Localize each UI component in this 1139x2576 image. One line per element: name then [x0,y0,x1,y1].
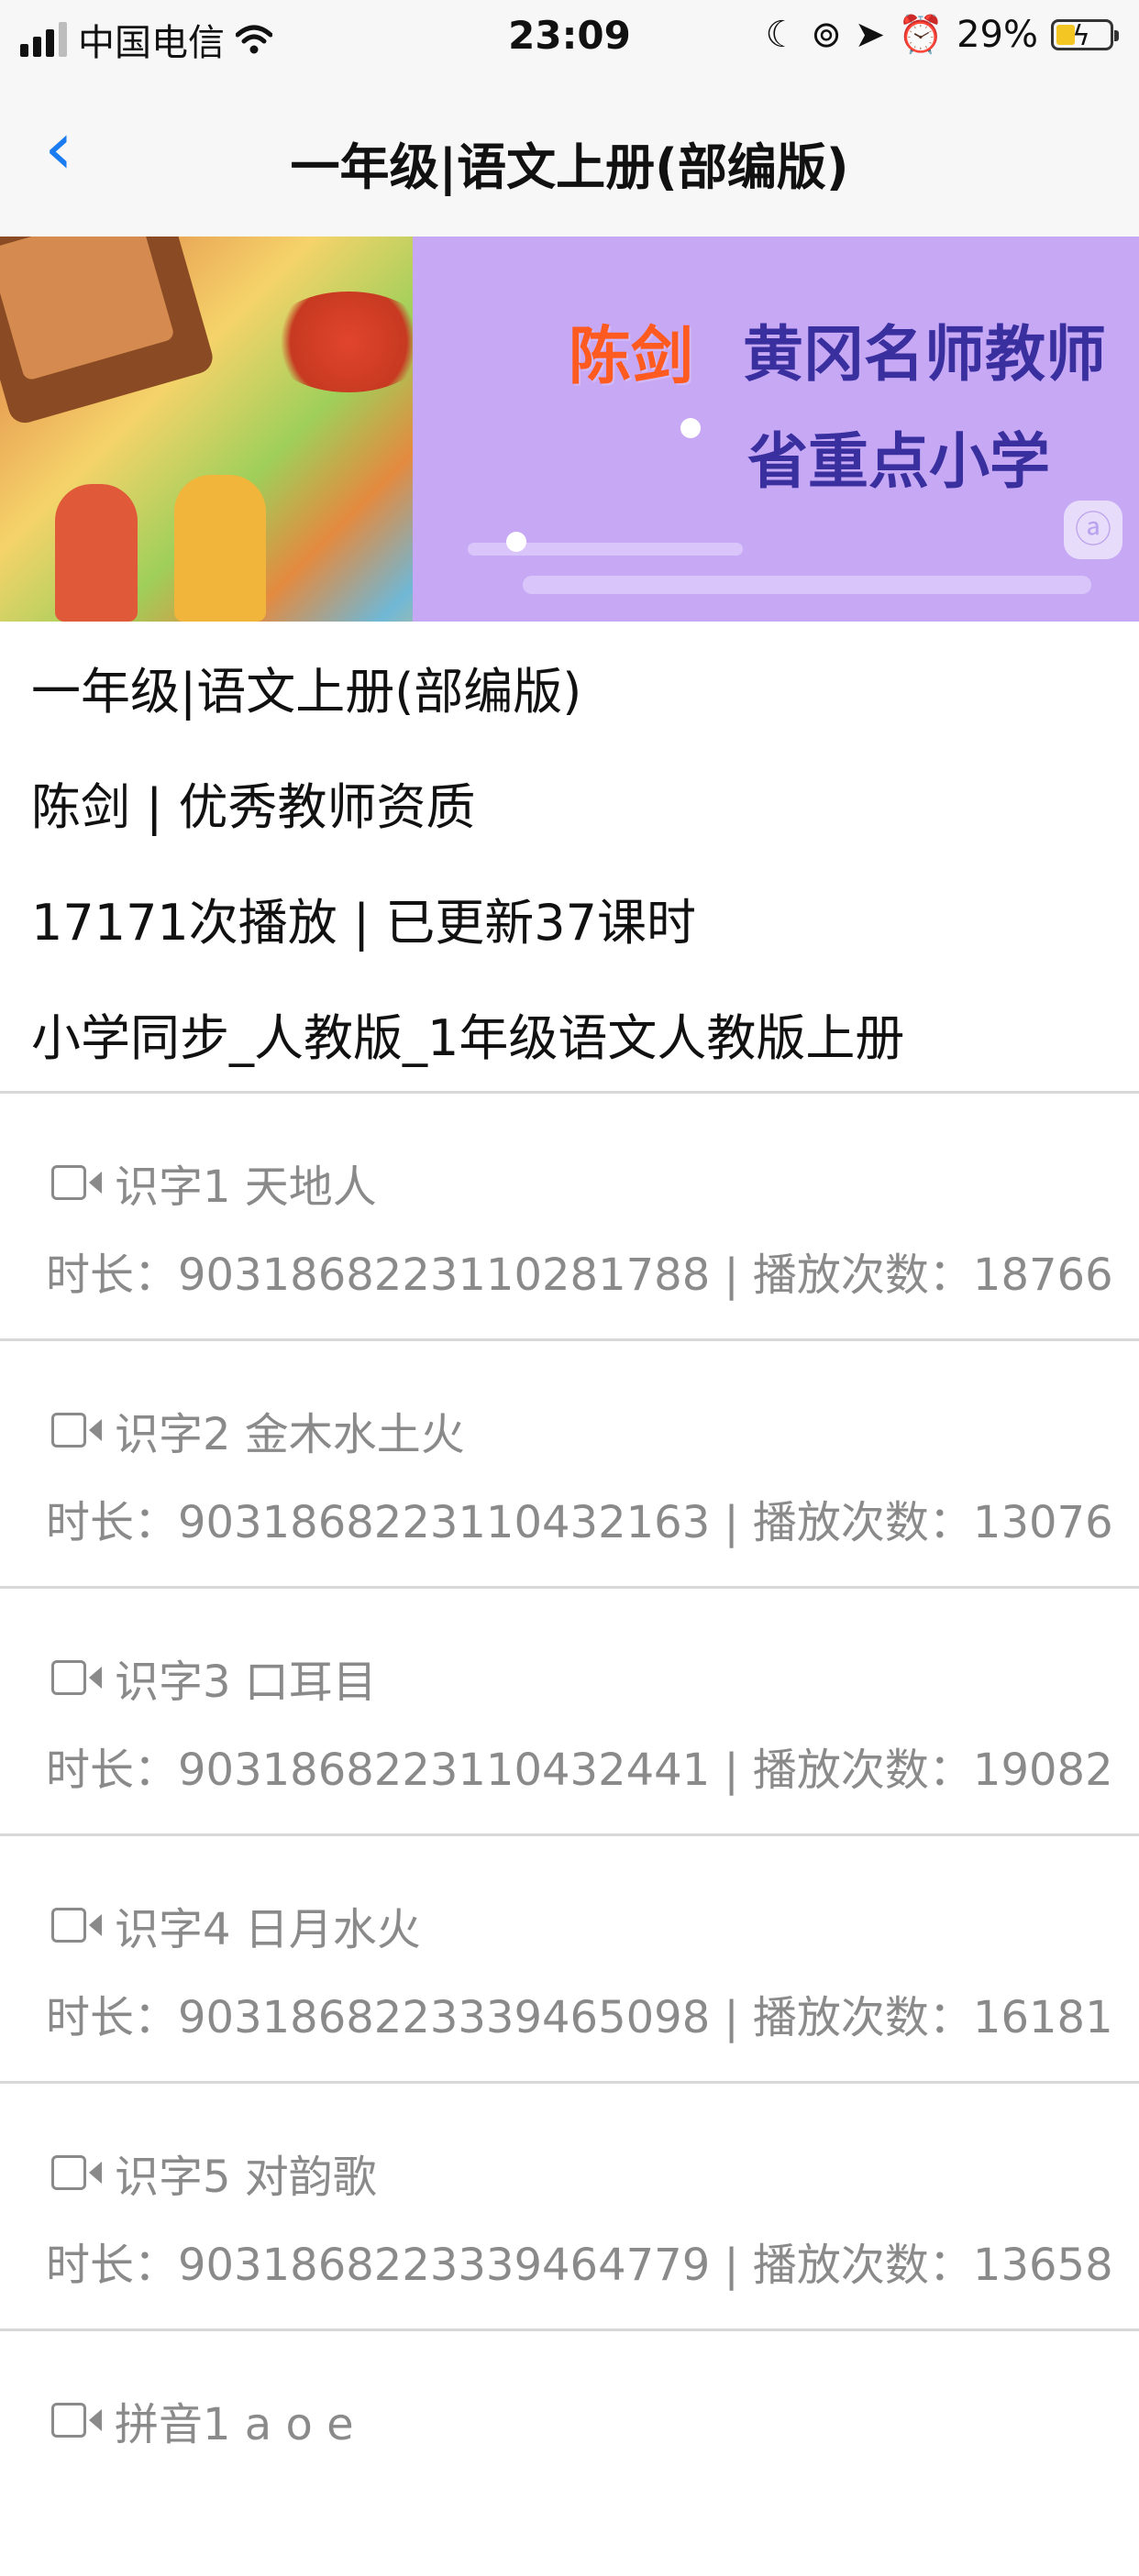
teacher-line: 陈剑 | 优秀教师资质 [31,778,476,836]
status-right: ☾ ⊚ ➤ ⏰ 29% ϟ [765,13,1119,56]
decor-dot [680,418,701,438]
video-camera-icon [51,2403,102,2438]
lesson-item[interactable]: 识字5 对韵歌 时长：9031868223339464779 | 播放次数：13… [0,2084,1139,2331]
status-bar: 中国电信 23:09 ☾ ⊚ ➤ ⏰ 29% ϟ [0,0,1139,73]
decor-dot [506,532,526,552]
page-title: 一年级|语文上册(部编版) [290,138,849,196]
category-line: 小学同步_人教版_1年级语文人教版上册 [31,1009,905,1067]
lesson-item[interactable]: 拼音1 a o e [0,2331,1139,2576]
video-camera-icon [51,1413,102,1448]
lesson-item[interactable]: 识字1 天地人 时长：9031868223110281788 | 播放次数：18… [0,1094,1139,1341]
child-illustration [174,475,266,622]
lesson-title: 拼音1 a o e [115,2399,354,2450]
moon-icon: ☾ [765,13,799,56]
lesson-title: 识字2 金木水土火 [115,1409,465,1460]
video-camera-icon [51,1660,102,1695]
app-logo-icon: ⓐ [1064,501,1122,559]
course-info: 一年级|语文上册(部编版) 陈剑 | 优秀教师资质 17171次播放 | 已更新… [31,623,1113,1096]
lesson-title: 识字3 口耳目 [115,1657,377,1708]
video-camera-icon [51,1908,102,1943]
lesson-title: 识字5 对韵歌 [115,2152,377,2203]
lesson-meta: 时长：9031868223110281788 | 播放次数：18766 [46,1249,1113,1301]
course-title: 一年级|语文上册(部编版) [31,663,582,721]
video-camera-icon [51,1165,102,1200]
alarm-icon: ⏰ [898,14,945,56]
lesson-title: 识字1 天地人 [115,1161,377,1213]
lesson-item[interactable]: 识字3 口耳目 时长：9031868223110432441 | 播放次数：19… [0,1589,1139,1836]
lesson-list: 识字1 天地人 时长：9031868223110281788 | 播放次数：18… [0,1091,1139,2576]
lesson-meta: 时长：9031868223339465098 | 播放次数：16181 [46,1992,1113,2043]
video-camera-icon [51,2155,102,2190]
goldfish-illustration [266,292,431,392]
lesson-title: 识字4 日月水火 [115,1904,421,1955]
banner-title: 黄冈名师教师 [743,319,1106,390]
course-banner: 陈剑 黄冈名师教师 省重点小学 ⓐ [0,237,1139,622]
battery-percentage: 29% [957,13,1038,56]
book-illustration [0,237,216,427]
lesson-meta: 时长：9031868223110432441 | 播放次数：19082 [46,1745,1113,1796]
battery-icon: ϟ [1051,18,1119,52]
banner-subtitle: 省重点小学 [747,426,1050,497]
banner-teacher-name: 陈剑 [569,321,694,393]
location-arrow-icon: ➤ [854,13,886,56]
orientation-lock-icon: ⊚ [811,13,842,56]
stats-line: 17171次播放 | 已更新37课时 [31,894,697,952]
navigation-bar: ‹ 一年级|语文上册(部编版) [0,73,1139,237]
lesson-item[interactable]: 识字4 日月水火 时长：9031868223339465098 | 播放次数：1… [0,1836,1139,2084]
child-illustration [55,484,138,622]
lesson-meta: 时长：9031868223110432163 | 播放次数：13076 [46,1497,1113,1548]
lesson-item[interactable]: 识字2 金木水土火 时长：9031868223110432163 | 播放次数：… [0,1341,1139,1589]
lesson-meta: 时长：9031868223339464779 | 播放次数：13658 [46,2240,1113,2291]
